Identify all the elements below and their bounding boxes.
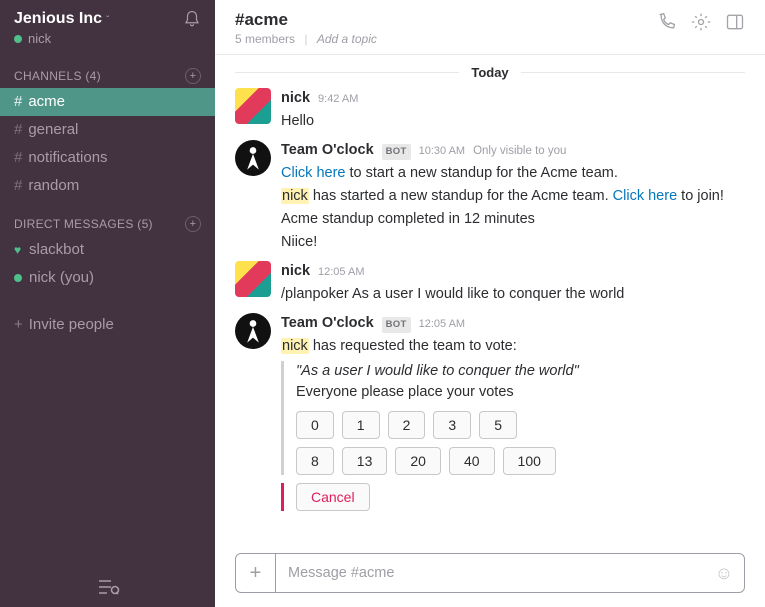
message: Team O'clock BOT 10:30 AM Only visible t… [235,140,745,253]
message-text: nick has requested the team to vote: [281,336,745,357]
message-input[interactable] [276,565,704,581]
channels-count: (4) [85,69,101,83]
hash-icon: # [14,90,22,114]
message-time: 9:42 AM [318,92,358,108]
mention[interactable]: nick [281,338,309,354]
message-link[interactable]: Click here [281,165,345,181]
mention[interactable]: nick [281,188,309,204]
sidebar-channel-acme[interactable]: #acme [0,88,215,116]
message-text: /planpoker As a user I would like to con… [281,284,745,305]
message-text: Hello [281,111,745,132]
avatar [235,140,271,176]
attachment-text: Everyone please place your votes [296,382,745,403]
ephemeral-label: Only visible to you [473,143,566,160]
message-author[interactable]: Team O'clock [281,313,374,334]
quick-switcher-icon[interactable] [96,577,120,597]
team-switcher[interactable]: Jenious Inc ˇ [14,10,109,28]
sidebar-dm-nick[interactable]: nick (you) [0,264,215,292]
invite-label: Invite people [29,316,114,333]
attachment-quote: "As a user I would like to conquer the w… [296,361,745,382]
bot-badge: BOT [382,144,411,160]
sidebar-channel-notifications[interactable]: #notifications [0,144,215,172]
message-text: Niice! [281,232,745,253]
vote-button-0[interactable]: 0 [296,411,334,439]
invite-people-button[interactable]: + Invite people [0,312,215,337]
message-link[interactable]: Click here [613,188,677,204]
sidebar-current-user: nick [28,31,51,46]
team-name: Jenious Inc [14,10,102,27]
channel-name[interactable]: #acme [235,10,377,30]
vote-button-5[interactable]: 5 [479,411,517,439]
channels-heading: CHANNELS [14,69,82,83]
sidebar: Jenious Incˇ nick CHANNELS (4) + #acme#g… [0,0,215,607]
add-channel-button[interactable]: + [185,68,201,84]
channel-header: #acme 5 members | Add a topic [215,0,765,55]
plus-icon: + [14,316,23,333]
gear-icon[interactable] [691,12,711,32]
vote-button-1[interactable]: 1 [342,411,380,439]
add-topic-button[interactable]: Add a topic [317,32,377,46]
message-author[interactable]: Team O'clock [281,140,374,161]
message-time: 12:05 AM [318,265,364,281]
attach-button[interactable]: + [236,554,276,592]
message: Team O'clock BOT 12:05 AM nick has reques… [235,313,745,511]
attachment: Cancel [281,483,745,511]
vote-button-100[interactable]: 100 [503,447,556,475]
message: nick 12:05 AM/planpoker As a user I woul… [235,261,745,305]
vote-button-2[interactable]: 2 [388,411,426,439]
dm-label: slackbot [29,238,84,262]
message-author[interactable]: nick [281,88,310,109]
vote-button-8[interactable]: 8 [296,447,334,475]
dm-count: (5) [137,217,153,231]
message-text: Click here to start a new standup for th… [281,163,745,184]
phone-icon[interactable] [657,12,677,32]
sidebar-channel-random[interactable]: #random [0,172,215,200]
channel-label: acme [28,90,65,114]
hash-icon: # [14,146,22,170]
side-panel-icon[interactable] [725,12,745,32]
add-dm-button[interactable]: + [185,216,201,232]
presence-dot-icon [14,274,22,282]
messages-list: Today nick 9:42 AM Hello Team O'clock BOT … [215,55,765,553]
attachment: "As a user I would like to conquer the w… [281,361,745,475]
dm-label: nick (you) [29,266,94,290]
sidebar-dm-slackbot[interactable]: ♥ slackbot [0,236,215,264]
avatar [235,88,271,124]
channel-label: random [28,174,79,198]
message-text: nick has started a new standup for the A… [281,186,745,207]
vote-button-13[interactable]: 13 [342,447,388,475]
vote-button-40[interactable]: 40 [449,447,495,475]
bot-badge: BOT [382,317,411,333]
avatar [235,261,271,297]
notifications-icon[interactable] [183,10,201,28]
presence-heart-icon: ♥ [14,246,22,254]
message-time: 12:05 AM [419,317,465,333]
message-time: 10:30 AM [419,144,465,160]
main: #acme 5 members | Add a topic Today nick… [215,0,765,607]
dm-heading: DIRECT MESSAGES [14,217,134,231]
emoji-button[interactable]: ☺ [704,563,744,584]
channel-label: notifications [28,146,107,170]
chevron-down-icon: ˇ [106,15,109,26]
hash-icon: # [14,118,22,142]
channel-label: general [28,118,78,142]
vote-button-3[interactable]: 3 [433,411,471,439]
sidebar-channel-general[interactable]: #general [0,116,215,144]
cancel-button[interactable]: Cancel [296,483,370,511]
day-divider: Today [459,65,520,80]
message-text: Acme standup completed in 12 minutes [281,209,745,230]
presence-dot-icon [14,35,22,43]
hash-icon: # [14,174,22,198]
message-composer: + ☺ [235,553,745,593]
message-author[interactable]: nick [281,261,310,282]
message: nick 9:42 AM Hello [235,88,745,132]
avatar [235,313,271,349]
vote-button-20[interactable]: 20 [395,447,441,475]
members-count[interactable]: 5 members [235,32,295,46]
